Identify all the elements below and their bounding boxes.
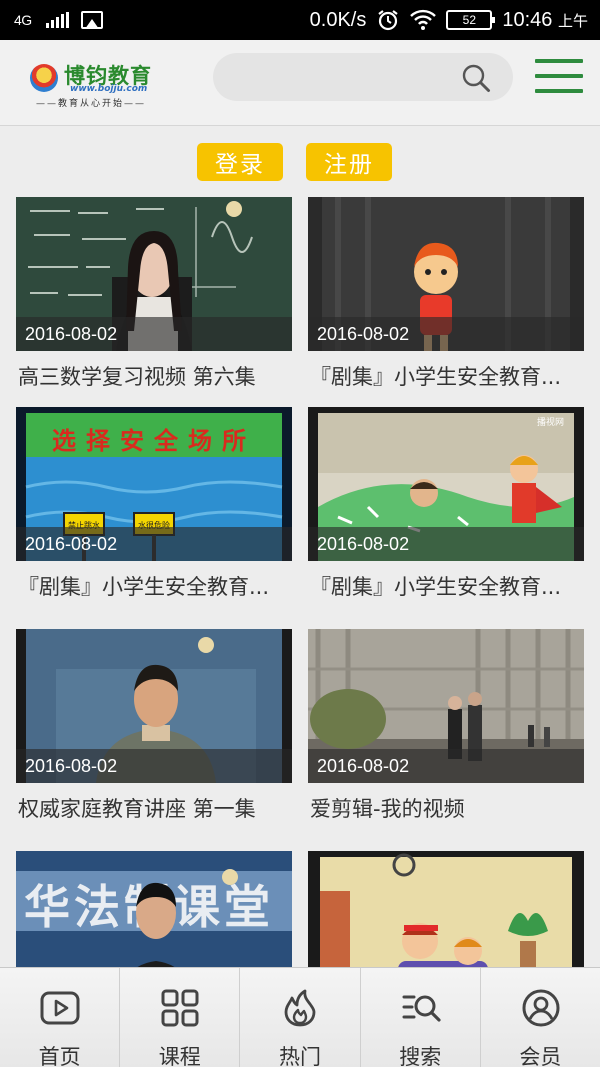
status-bar: 4G 0.0K/s 52 10:46 上午 [0,0,600,40]
search-icon[interactable] [461,63,491,93]
nav-member[interactable]: 会员 [481,968,600,1067]
clock-ampm: 上午 [557,12,588,30]
video-date: 2016-08-02 [308,527,584,561]
video-date: 2016-08-02 [16,527,292,561]
nav-member-label: 会员 [519,1045,562,1067]
nav-search-label: 搜索 [399,1045,442,1067]
logo-url: www.bojju.com [70,84,148,94]
search-list-icon [402,995,441,1022]
user-icon [522,989,560,1027]
clock-time: 10:46 [502,8,553,31]
image-notification-icon [80,11,103,29]
video-grid: 2016-08-02 高三数学复习视频 第六集 2016-08-02 『剧集』小… [0,197,600,967]
logo-emblem-icon [30,64,58,92]
nav-hot[interactable]: 热门 [240,968,361,1067]
video-title[interactable]: 高三数学复习视频 第六集 [18,361,298,391]
video-title[interactable]: 『剧集』小学生安全教育... [18,571,298,601]
battery-icon: 52 [446,10,496,30]
auth-bar: 登录 注册 [0,127,600,197]
video-date: 2016-08-02 [308,317,584,351]
clock: 10:46 上午 [502,9,588,32]
video-thumbnail[interactable]: 2016-08-02 [16,197,292,351]
tv-watermark-text: 播视网 [537,416,564,428]
app-header: 博钧教育 www.bojju.com ——教育从心开始—— [0,40,600,126]
video-thumbnail[interactable]: 播视网 2016-08-02 [308,407,584,561]
play-icon [40,991,80,1025]
video-title[interactable]: 权威家庭教育讲座 第一集 [18,793,298,823]
nav-courses[interactable]: 课程 [120,968,241,1067]
video-date: 2016-08-02 [16,317,292,351]
video-thumbnail[interactable]: 2016-08-02 [308,629,584,783]
video-thumbnail[interactable]: 选择安全场所 禁止跳水 水很危险 2016-08-02 [16,407,292,561]
nav-home[interactable]: 首页 [0,968,121,1067]
flame-icon [285,989,316,1027]
logo-slogan: ——教育从心开始—— [36,99,147,109]
video-date: 2016-08-02 [16,749,292,783]
nav-hot-label: 热门 [279,1045,321,1067]
video-thumbnail[interactable] [308,851,584,967]
video-date: 2016-08-02 [308,749,584,783]
video-title[interactable]: 爱剪辑-我的视频 [310,793,590,823]
nav-home-label: 首页 [38,1045,81,1067]
net-speed: 0.0K/s [309,8,367,31]
menu-icon[interactable] [535,59,583,93]
video-title[interactable]: 『剧集』小学生安全教育... [310,361,590,391]
bottom-nav: 首页 课程 热门 搜索 会员 [0,967,600,1067]
video-thumbnail[interactable]: 2016-08-02 [16,629,292,783]
search-input[interactable] [213,53,513,101]
app-logo[interactable]: 博钧教育 www.bojju.com ——教育从心开始—— [30,62,165,109]
grid-icon [161,989,199,1027]
safety-banner-text: 选择安全场所 [52,427,256,455]
video-title[interactable]: 『剧集』小学生安全教育... [310,571,590,601]
nav-courses-label: 课程 [158,1045,201,1067]
signal-icon [45,12,69,28]
register-button[interactable]: 注册 [306,143,392,181]
network-type: 4G [14,12,32,28]
nav-search[interactable]: 搜索 [361,968,481,1067]
video-thumbnail[interactable]: 华法制课堂 [16,851,292,967]
wifi-icon [410,9,437,30]
video-thumbnail[interactable]: 2016-08-02 [308,197,584,351]
login-button[interactable]: 登录 [197,143,283,181]
alarm-icon [378,10,399,31]
